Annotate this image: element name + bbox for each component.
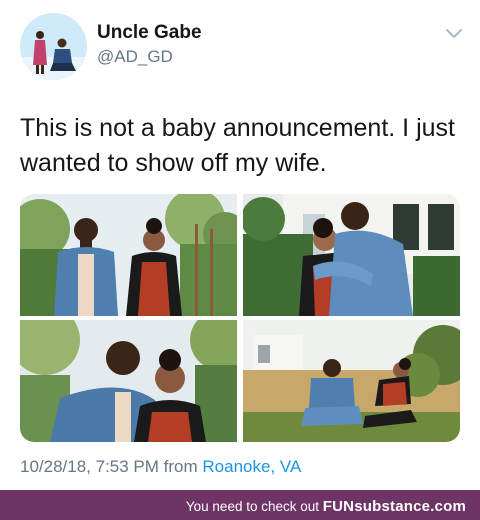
display-name[interactable]: Uncle Gabe [97, 22, 202, 44]
timestamp-text: 10/28/18, 7:53 PM from [20, 457, 198, 476]
avatar-photo [20, 13, 87, 80]
chevron-down-icon[interactable] [445, 28, 463, 40]
profile-avatar[interactable] [20, 13, 87, 80]
tweet-text: This is not a baby announcement. I just … [20, 114, 455, 177]
photo-couple-closeup[interactable] [20, 320, 237, 442]
watermark-brand: FUNsubstance.com [322, 498, 466, 515]
tweet-card: Uncle Gabe @AD_GD This is not a baby ann… [0, 0, 480, 490]
photo-grid [20, 194, 460, 442]
watermark-text: You need to check out [185, 499, 319, 514]
watermark-banner: You need to check out FUNsubstance.com [0, 490, 480, 520]
user-handle[interactable]: @AD_GD [97, 47, 173, 67]
photo-couple-standing[interactable] [20, 194, 237, 316]
photo-couple-field[interactable] [243, 320, 460, 442]
photo-couple-embrace[interactable] [243, 194, 460, 316]
tweet-timestamp: 10/28/18, 7:53 PM from Roanoke, VA [20, 457, 301, 477]
location-link[interactable]: Roanoke, VA [202, 457, 301, 476]
